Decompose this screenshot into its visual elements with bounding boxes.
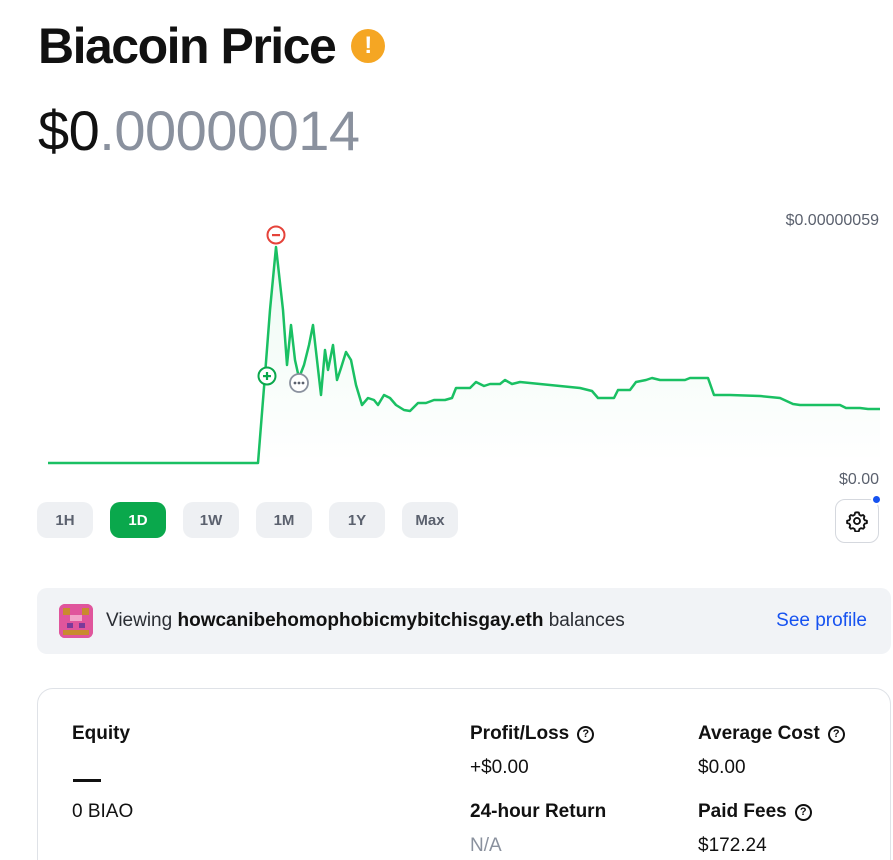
- viewing-prefix: Viewing: [106, 610, 173, 631]
- profit-loss-label: Profit/Loss ?: [470, 723, 595, 745]
- price-area-fill: [48, 247, 880, 463]
- range-max-button[interactable]: Max: [402, 502, 458, 538]
- exclamation-icon[interactable]: !: [351, 29, 386, 63]
- price-fraction: .00000014: [99, 99, 360, 162]
- time-range-selector: 1H 1D 1W 1M 1Y Max: [37, 502, 458, 538]
- current-price: $0.00000014: [38, 98, 360, 163]
- viewing-text: Viewing howcanibehomophobicmybitchisgay.…: [106, 610, 625, 632]
- ellipsis-circle-icon[interactable]: [289, 373, 309, 393]
- paid-fees-label: Paid Fees ?: [698, 801, 812, 823]
- range-1w-button[interactable]: 1W: [183, 502, 239, 538]
- question-icon[interactable]: ?: [577, 725, 595, 743]
- gear-icon: [846, 511, 868, 532]
- see-profile-link[interactable]: See profile: [776, 610, 867, 632]
- price-chart[interactable]: $0.00000059 $0.00: [0, 200, 893, 490]
- avatar: [59, 604, 93, 638]
- viewing-suffix: balances: [548, 610, 625, 631]
- profit-loss-value: +$0.00: [470, 757, 529, 778]
- range-1y-button[interactable]: 1Y: [329, 502, 385, 538]
- return-label: 24-hour Return: [470, 801, 606, 823]
- question-icon[interactable]: ?: [794, 803, 812, 821]
- chart-min-label: $0.00: [838, 471, 879, 488]
- average-cost-label-text: Average Cost: [698, 723, 820, 744]
- notification-dot: [871, 494, 882, 505]
- return-label-text: 24-hour Return: [470, 801, 607, 822]
- question-icon[interactable]: ?: [827, 725, 845, 743]
- equity-value-dash: [73, 779, 101, 782]
- paid-fees-value: $172.24: [698, 835, 767, 856]
- chart-max-label: $0.00000059: [785, 212, 879, 229]
- range-1d-button[interactable]: 1D: [110, 502, 166, 538]
- plus-circle-icon[interactable]: [257, 366, 277, 386]
- chart-settings-button[interactable]: [835, 499, 879, 543]
- equity-label-text: Equity: [72, 723, 131, 744]
- paid-fees-label-text: Paid Fees: [698, 801, 787, 822]
- price-whole: $0: [38, 99, 100, 162]
- return-value: N/A: [470, 835, 502, 856]
- minus-circle-icon[interactable]: [266, 225, 286, 245]
- balance-value: 0 BIAO: [72, 801, 134, 822]
- viewing-banner: Viewing howcanibehomophobicmybitchisgay.…: [37, 588, 891, 654]
- holdings-card: Equity 0 BIAO Profit/Loss ? +$0.00 24-ho…: [37, 688, 891, 860]
- range-1m-button[interactable]: 1M: [256, 502, 312, 538]
- page-title: Biacoin Price: [38, 18, 337, 74]
- average-cost-label: Average Cost ?: [698, 723, 845, 745]
- title-row: Biacoin Price !: [38, 18, 386, 74]
- average-cost-value: $0.00: [698, 757, 746, 778]
- price-chart-svg: [48, 225, 880, 465]
- equity-label: Equity: [72, 723, 130, 745]
- ens-name: howcanibehomophobicmybitchisgay.eth: [177, 610, 544, 631]
- profit-loss-label-text: Profit/Loss: [470, 723, 570, 744]
- range-1h-button[interactable]: 1H: [37, 502, 93, 538]
